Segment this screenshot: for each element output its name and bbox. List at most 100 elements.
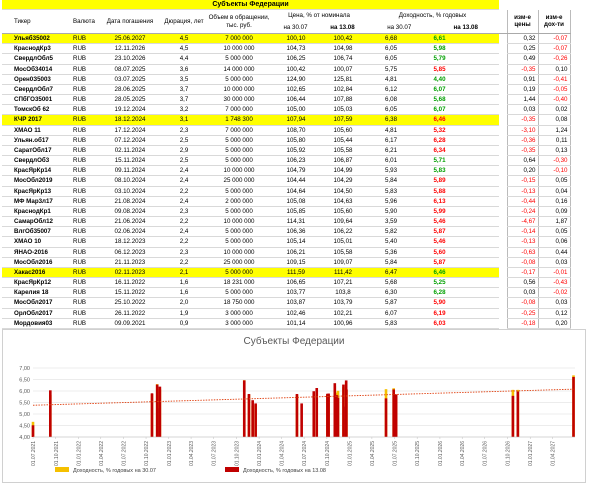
cell-spacer xyxy=(463,236,499,248)
bar-yield-1308 xyxy=(326,393,329,437)
cell-ticker: СвердлОбл5 xyxy=(2,53,71,65)
cell-maturity: 09.09.2021 xyxy=(98,318,162,329)
cell-chg-price: 0,32 xyxy=(506,33,539,45)
cell-yield-3007: 3,59 xyxy=(366,216,416,228)
y-tick-label: 5,50 xyxy=(19,401,30,407)
cell-volume: 10 000 000 xyxy=(206,247,272,258)
cell-ticker: СаратОбл17 xyxy=(2,145,71,157)
table-row: ОрлОбл2017 RUB 26.11.2022 1,9 3 000 000 102,4… xyxy=(2,308,571,319)
chart-panel: Субъекты Федерации 4,00 4,50 5,00 5,50 6,00 6,… xyxy=(2,329,586,483)
cell-maturity: 07.12.2024 xyxy=(98,135,162,146)
cell-separator xyxy=(499,206,507,217)
cell-price-3007: 103,77 xyxy=(272,287,320,299)
cell-chg-yield: -0,05 xyxy=(537,84,571,96)
cell-yield-3007: 5,83 xyxy=(366,318,416,329)
cell-yield-3007: 6,17 xyxy=(366,135,416,146)
table-row: Орен0З5003 RUB 03.07.2025 3,5 5 000 000 124,9… xyxy=(2,74,571,85)
cell-chg-price: -0,35 xyxy=(506,64,539,75)
cell-yield-1308: 6,46 xyxy=(416,114,463,126)
y-tick-label: 6,50 xyxy=(19,378,30,384)
cell-separator xyxy=(499,94,507,105)
cell-yield-1308: 4,40 xyxy=(416,74,463,85)
cell-ticker: Мордовия03 xyxy=(2,318,71,329)
cell-volume: 7 000 000 xyxy=(206,33,272,45)
cell-chg-yield: 1,24 xyxy=(537,125,571,136)
cell-currency: RUB xyxy=(71,308,98,319)
cell-yield-3007: 6,05 xyxy=(366,43,416,55)
cell-duration: 2,9 xyxy=(162,145,206,157)
cell-duration: 4,5 xyxy=(162,33,206,45)
cell-maturity: 02.11.2024 xyxy=(98,145,162,157)
cell-chg-yield: -0,40 xyxy=(537,94,571,106)
cell-currency: RUB xyxy=(71,145,98,157)
cell-separator xyxy=(499,257,507,268)
cell-price-3007: 106,23 xyxy=(272,155,320,167)
cell-yield-1308: 5,71 xyxy=(416,155,463,167)
cell-yield-3007: 5,75 xyxy=(366,64,416,75)
x-tick-label: 01.04.2026 xyxy=(460,441,466,466)
cell-ticker: КрасЯрКр13 xyxy=(2,186,71,197)
cell-price-3007: 106,65 xyxy=(272,277,320,289)
cell-ticker: ХМАО 10 xyxy=(2,236,71,248)
cell-separator xyxy=(499,247,507,258)
cell-yield-1308: 6,34 xyxy=(416,145,463,157)
cell-price-1308: 102,84 xyxy=(320,84,366,96)
cell-price-3007: 107,94 xyxy=(272,114,320,126)
cell-chg-yield: 0,06 xyxy=(537,236,571,248)
cell-currency: RUB xyxy=(71,196,98,207)
cell-price-1308: 105,58 xyxy=(320,247,366,258)
bar-yield-1308 xyxy=(511,395,515,437)
x-tick-label: 01.04.2027 xyxy=(550,441,556,466)
x-tick-label: 01.10.2026 xyxy=(505,441,511,466)
cell-chg-yield: 1,87 xyxy=(537,216,571,228)
table-row: ВлгОб35007 RUB 02.06.2024 2,4 5 000 000 106,3… xyxy=(2,226,571,238)
cell-separator xyxy=(499,64,507,75)
cell-chg-price: 0,03 xyxy=(506,287,539,299)
cell-yield-3007: 5,96 xyxy=(366,196,416,207)
cell-ticker: Ульян.об17 xyxy=(2,135,71,146)
bar-yield-1308 xyxy=(312,391,316,437)
cell-separator xyxy=(499,297,507,309)
cell-currency: RUB xyxy=(71,318,98,329)
cell-price-3007: 109,15 xyxy=(272,257,320,268)
cell-volume: 5 000 000 xyxy=(206,135,272,146)
cell-currency: RUB xyxy=(71,165,98,177)
x-tick-label: 01.07.2022 xyxy=(121,441,127,466)
cell-chg-yield: 0,04 xyxy=(537,186,571,197)
cell-maturity: 18.12.2024 xyxy=(98,114,162,126)
header-price-title: Цена, % от номинала xyxy=(288,12,350,19)
cell-ticker: СПбГО35001 xyxy=(2,94,71,106)
x-tick-label: 01.01.2024 xyxy=(257,441,263,466)
cell-separator xyxy=(499,216,507,227)
cell-chg-price: -4,67 xyxy=(506,216,539,228)
header-duration: Дюрация, лет xyxy=(162,9,206,34)
bar-yield-1308 xyxy=(392,389,395,437)
cell-ticker: Хакас2016 xyxy=(2,267,71,279)
cell-duration: 3,7 xyxy=(162,84,206,96)
x-tick-label: 01.04.2024 xyxy=(280,441,286,466)
cell-currency: RUB xyxy=(71,175,98,187)
cell-currency: RUB xyxy=(71,297,98,309)
cell-separator xyxy=(499,308,507,319)
table-row: ХМАО 11 RUB 17.12.2024 2,3 7 000 000 108,70 10… xyxy=(2,125,571,136)
cell-price-1308: 109,64 xyxy=(320,216,366,228)
cell-maturity: 16.11.2022 xyxy=(98,277,162,289)
cell-price-1308: 104,29 xyxy=(320,175,366,187)
x-tick-label: 01.10.2021 xyxy=(54,441,60,466)
cell-separator xyxy=(499,43,507,54)
cell-separator xyxy=(499,33,507,44)
cell-price-1308: 105,03 xyxy=(320,104,366,116)
trend-line xyxy=(32,388,574,406)
x-tick-label: 01.07.2024 xyxy=(302,441,308,466)
cell-ticker: КрасЯрКр12 xyxy=(2,277,71,289)
cell-price-1308: 105,01 xyxy=(320,236,366,248)
bar-yield-1308 xyxy=(335,394,338,437)
cell-volume: 5 000 000 xyxy=(206,206,272,218)
cell-yield-3007: 6,07 xyxy=(366,308,416,319)
cell-spacer xyxy=(463,318,499,329)
bar-yield-1308 xyxy=(300,403,303,437)
cell-chg-yield: -0,07 xyxy=(537,33,571,45)
header-maturity: Дата погашения xyxy=(98,9,162,34)
cell-price-1308: 104,99 xyxy=(320,165,366,177)
cell-separator xyxy=(499,145,507,156)
